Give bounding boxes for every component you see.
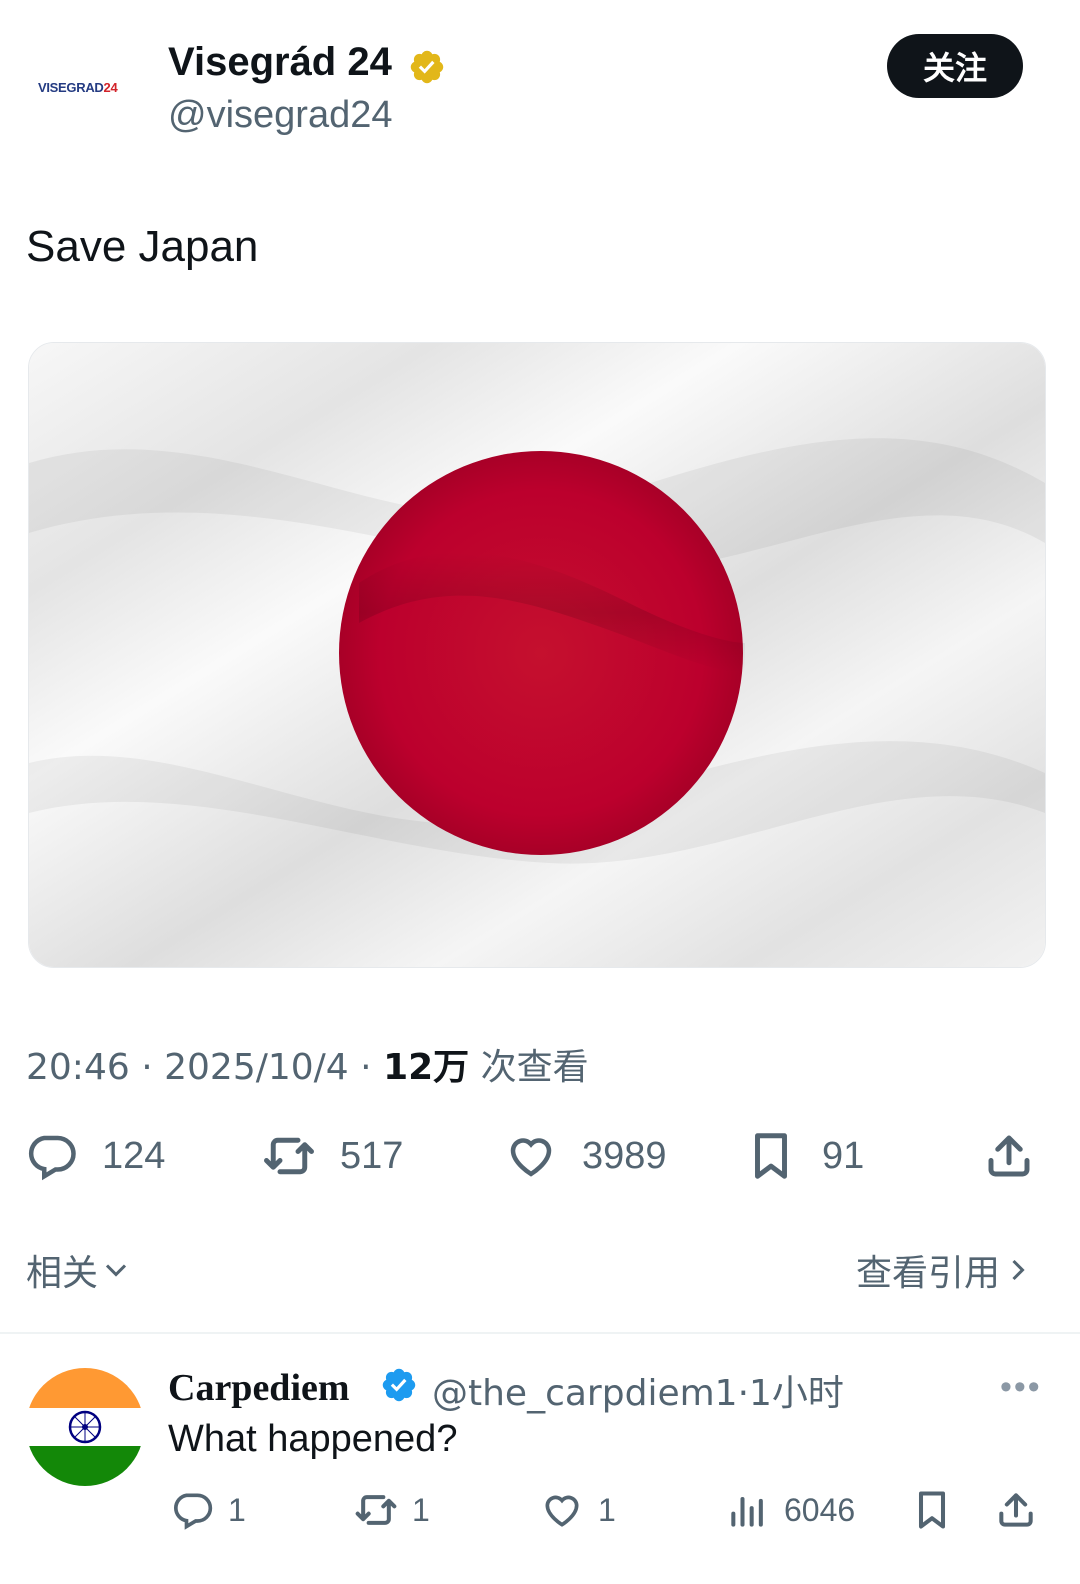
reply-like-action[interactable]: 1	[540, 1488, 616, 1532]
like-count: 3989	[582, 1134, 667, 1177]
reply-repost-action[interactable]: 1	[354, 1488, 430, 1532]
reply-meta: @the_carpdiem1·1小时	[432, 1364, 844, 1416]
reply-bookmark-action[interactable]	[910, 1488, 968, 1532]
related-label: 相关	[26, 1253, 99, 1294]
reply-count: 124	[102, 1134, 166, 1177]
like-action[interactable]: 3989	[504, 1128, 667, 1184]
bookmark-count: 91	[822, 1134, 865, 1177]
reply-reply-count: 1	[228, 1491, 246, 1528]
reply-action[interactable]: 124	[24, 1128, 165, 1184]
bookmark-action[interactable]: 91	[744, 1128, 864, 1184]
author-handle[interactable]: @visegrad24	[168, 94, 392, 137]
japan-flag-image	[29, 343, 1045, 967]
reply-views-count: 6046	[784, 1491, 856, 1528]
post-meta: 20:46 · 2025/10/4 · 12万 次查看	[26, 1038, 589, 1090]
bookmark-icon	[918, 1491, 946, 1529]
author-logo[interactable]: VISEGRAD24	[38, 80, 118, 95]
reply-views-action[interactable]: 6046	[726, 1488, 855, 1532]
chevron-right-icon	[1012, 1259, 1025, 1281]
separator: ·	[737, 1373, 750, 1414]
reply-text: What happened?	[168, 1418, 458, 1460]
author-name[interactable]: Visegrád 24	[168, 40, 392, 85]
share-action[interactable]	[982, 1128, 1060, 1184]
post-text: Save Japan	[26, 222, 259, 271]
views-label: 次查看	[480, 1047, 589, 1088]
share-icon	[999, 1493, 1033, 1527]
reply-icon	[28, 1135, 76, 1181]
post-date[interactable]: 2025/10/4	[164, 1047, 349, 1088]
view-quotes-link[interactable]: 查看引用	[856, 1244, 1036, 1296]
bookmark-icon	[755, 1133, 787, 1179]
like-icon	[510, 1138, 552, 1177]
repost-action[interactable]: 517	[262, 1128, 403, 1184]
india-flag-avatar	[26, 1368, 144, 1486]
reply-reply-action[interactable]: 1	[170, 1488, 246, 1532]
post-image[interactable]	[28, 342, 1046, 968]
reply-repost-count: 1	[412, 1491, 430, 1528]
like-icon	[545, 1495, 579, 1527]
view-quotes-label: 查看引用	[855, 1253, 1000, 1294]
post-time: 20:46	[26, 1047, 130, 1088]
divider	[0, 1332, 1080, 1334]
reply-time: 1小时	[749, 1373, 844, 1414]
reply-author-handle[interactable]: @the_carpdiem1	[432, 1373, 738, 1414]
logo-text: VISEGRAD	[38, 80, 104, 95]
share-icon	[988, 1135, 1030, 1177]
reply-icon	[174, 1493, 213, 1530]
chevron-down-icon	[105, 1264, 127, 1277]
reply-like-count: 1	[598, 1491, 616, 1528]
reply-avatar[interactable]	[26, 1368, 144, 1486]
repost-count: 517	[340, 1134, 404, 1177]
separator: ·	[360, 1047, 372, 1088]
views-count: 12万	[383, 1047, 470, 1088]
verified-badge-icon	[410, 50, 444, 84]
separator: ·	[141, 1047, 153, 1088]
verified-badge-icon	[382, 1368, 416, 1402]
related-toggle[interactable]: 相关	[26, 1244, 134, 1296]
reply-author-name[interactable]: Carpediem	[168, 1366, 350, 1410]
follow-button[interactable]: 关注	[887, 34, 1023, 98]
repost-icon	[264, 1137, 314, 1175]
repost-icon	[355, 1495, 397, 1525]
views-icon	[731, 1496, 763, 1527]
more-icon[interactable]: •••	[1000, 1368, 1042, 1407]
logo-number: 24	[103, 80, 118, 95]
reply-share-action[interactable]	[994, 1488, 1052, 1532]
